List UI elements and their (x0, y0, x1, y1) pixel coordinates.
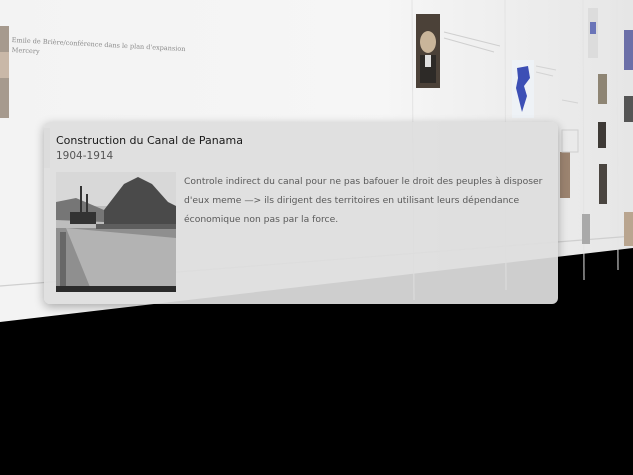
event-detail-card[interactable]: Construction du Canal de Panama 1904-191… (44, 122, 558, 304)
thumbnail-event[interactable] (560, 152, 570, 198)
thumbnail-event[interactable] (598, 122, 606, 148)
map-thumbnail[interactable] (512, 60, 534, 118)
thumbnail-event[interactable] (582, 214, 590, 244)
thumbnail-event[interactable] (624, 30, 633, 70)
event-text-faded: Mercery (11, 46, 40, 56)
portrait-thumbnail-left[interactable] (0, 26, 9, 118)
thumbnail-event[interactable] (624, 212, 633, 246)
thumbnail-event[interactable] (624, 96, 633, 122)
portrait-thumbnail-man[interactable] (416, 14, 440, 88)
event-description: Controle indirect du canal pour ne pas b… (184, 176, 543, 225)
thumbnail-event[interactable] (598, 74, 607, 104)
thumbnail-event[interactable] (599, 164, 607, 204)
event-dates: 1904-1914 (56, 150, 114, 162)
flag-icon (590, 22, 596, 34)
panama-canal-photo[interactable] (56, 172, 176, 292)
event-title: Construction du Canal de Panama (56, 134, 243, 147)
